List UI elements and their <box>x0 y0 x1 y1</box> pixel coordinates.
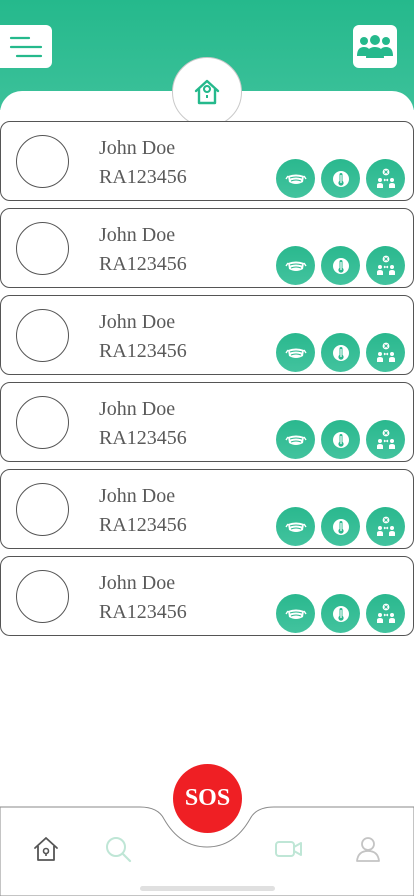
person-name: John Doe <box>99 224 176 246</box>
person-card[interactable]: John Doe RA123456 <box>0 382 414 462</box>
group-users-icon <box>357 34 393 58</box>
menu-lines-icon <box>9 36 43 57</box>
temperature-button[interactable] <box>321 159 360 198</box>
thermometer-icon <box>332 344 349 361</box>
card-actions <box>276 507 405 546</box>
person-card[interactable]: John Doe RA123456 <box>0 469 414 549</box>
social-distance-icon <box>376 255 395 275</box>
person-card[interactable]: John Doe RA123456 <box>0 295 414 375</box>
avatar <box>16 309 69 362</box>
profile-icon <box>356 837 380 862</box>
thermometer-icon <box>332 431 349 448</box>
home-icon <box>194 79 220 105</box>
nav-profile[interactable] <box>353 834 383 864</box>
social-distance-icon <box>376 342 395 362</box>
avatar <box>16 222 69 275</box>
thermometer-icon <box>332 170 349 187</box>
mask-icon <box>284 522 307 532</box>
card-actions <box>276 333 405 372</box>
distance-button[interactable] <box>366 246 405 285</box>
person-name: John Doe <box>99 572 176 594</box>
mask-icon <box>284 435 307 445</box>
mask-button[interactable] <box>276 159 315 198</box>
sos-label: SOS <box>184 785 231 811</box>
temperature-button[interactable] <box>321 420 360 459</box>
mask-icon <box>284 174 307 184</box>
distance-button[interactable] <box>366 159 405 198</box>
distance-button[interactable] <box>366 507 405 546</box>
card-actions <box>276 594 405 633</box>
temperature-button[interactable] <box>321 333 360 372</box>
thermometer-icon <box>332 257 349 274</box>
person-id: RA123456 <box>99 427 187 449</box>
home-badge[interactable] <box>172 57 242 127</box>
mask-icon <box>284 261 307 271</box>
person-id: RA123456 <box>99 253 187 275</box>
person-id: RA123456 <box>99 340 187 362</box>
person-name: John Doe <box>99 311 176 333</box>
avatar <box>16 483 69 536</box>
avatar <box>16 570 69 623</box>
card-actions <box>276 246 405 285</box>
nav-search[interactable] <box>103 834 133 864</box>
person-name: John Doe <box>99 485 176 507</box>
group-button[interactable] <box>353 25 397 68</box>
temperature-button[interactable] <box>321 507 360 546</box>
thermometer-icon <box>332 518 349 535</box>
card-actions <box>276 420 405 459</box>
person-id: RA123456 <box>99 601 187 623</box>
home-indicator <box>140 886 275 891</box>
person-name: John Doe <box>99 398 176 420</box>
social-distance-icon <box>376 168 395 188</box>
distance-button[interactable] <box>366 594 405 633</box>
sos-button[interactable]: SOS <box>173 764 242 833</box>
home-icon <box>34 837 58 861</box>
nav-video[interactable] <box>274 834 304 864</box>
person-id: RA123456 <box>99 166 187 188</box>
person-card[interactable]: John Doe RA123456 <box>0 121 414 201</box>
mask-icon <box>284 609 307 619</box>
temperature-button[interactable] <box>321 594 360 633</box>
person-list: John Doe RA123456 John Doe RA123456 John… <box>0 121 414 643</box>
search-icon <box>106 837 132 863</box>
mask-button[interactable] <box>276 507 315 546</box>
menu-button[interactable] <box>0 25 52 68</box>
distance-button[interactable] <box>366 333 405 372</box>
social-distance-icon <box>376 429 395 449</box>
person-name: John Doe <box>99 137 176 159</box>
mask-button[interactable] <box>276 594 315 633</box>
nav-home[interactable] <box>31 834 61 864</box>
person-card[interactable]: John Doe RA123456 <box>0 556 414 636</box>
social-distance-icon <box>376 603 395 623</box>
card-actions <box>276 159 405 198</box>
avatar <box>16 396 69 449</box>
video-icon <box>275 841 302 857</box>
distance-button[interactable] <box>366 420 405 459</box>
temperature-button[interactable] <box>321 246 360 285</box>
person-card[interactable]: John Doe RA123456 <box>0 208 414 288</box>
avatar <box>16 135 69 188</box>
mask-button[interactable] <box>276 333 315 372</box>
mask-button[interactable] <box>276 420 315 459</box>
mask-button[interactable] <box>276 246 315 285</box>
social-distance-icon <box>376 516 395 536</box>
person-id: RA123456 <box>99 514 187 536</box>
mask-icon <box>284 348 307 358</box>
thermometer-icon <box>332 605 349 622</box>
